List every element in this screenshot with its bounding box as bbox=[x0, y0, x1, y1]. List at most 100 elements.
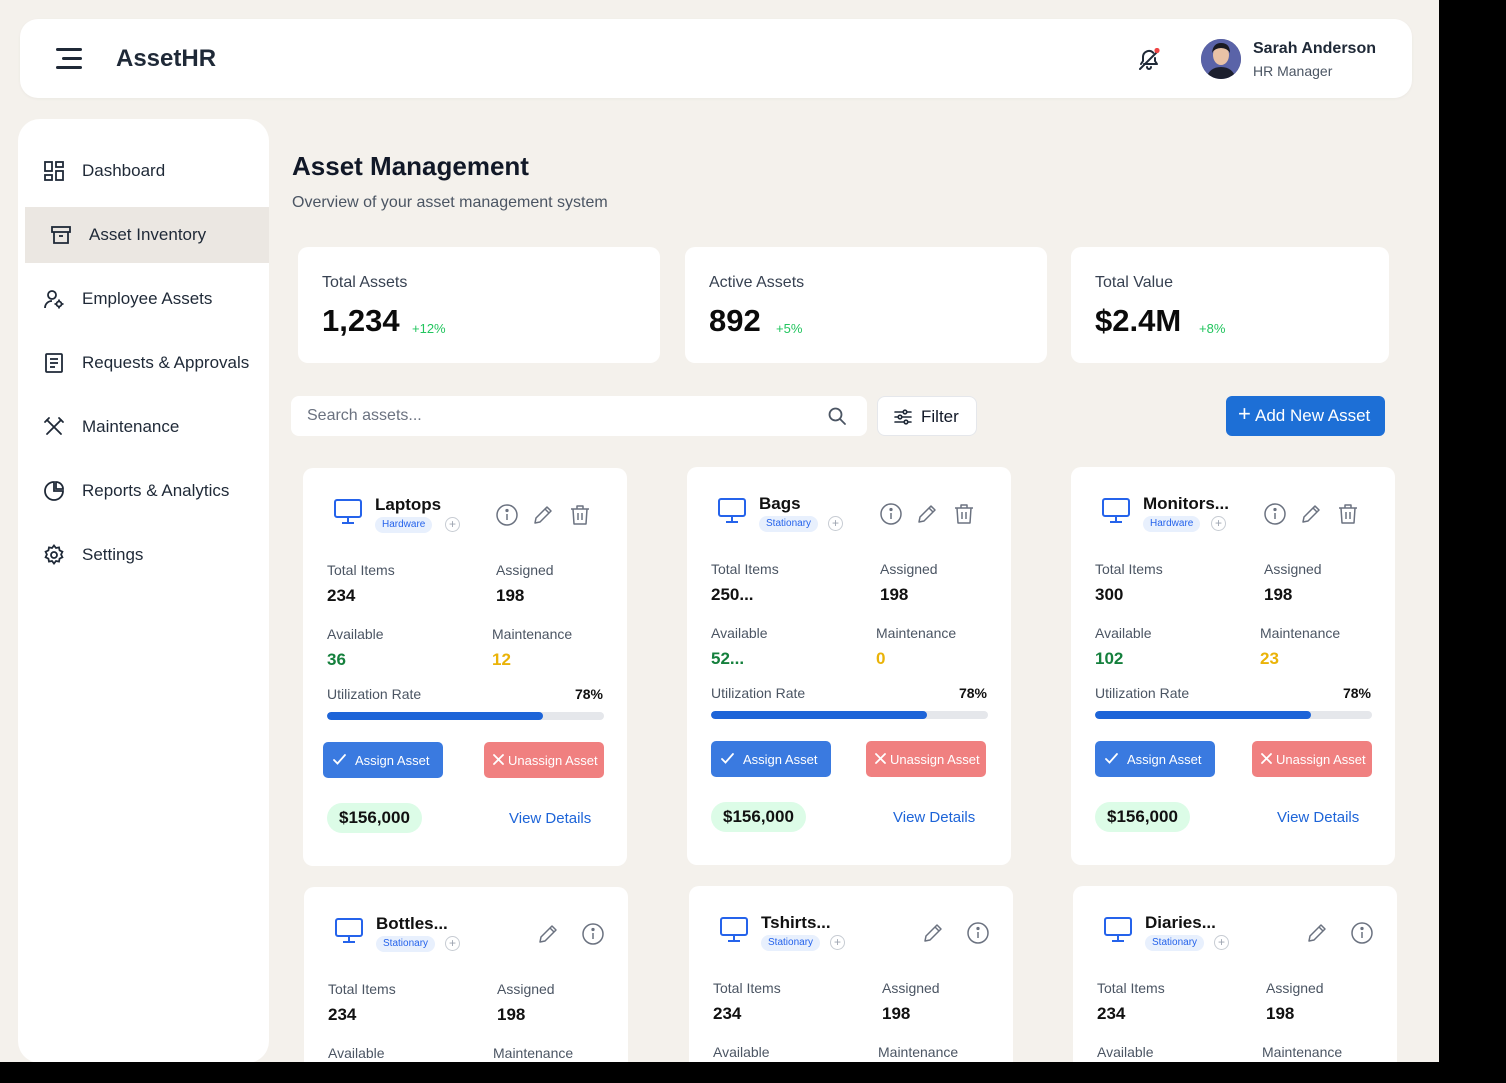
total-items-value: 234 bbox=[713, 1004, 742, 1023]
total-items-value: 234 bbox=[1097, 1004, 1126, 1023]
stat-delta: +8% bbox=[1199, 321, 1226, 336]
utilization-bar-fill bbox=[1095, 711, 1312, 719]
add-tag-icon[interactable]: + bbox=[1214, 935, 1229, 950]
close-icon bbox=[1261, 753, 1272, 764]
assign-asset-button[interactable]: Assign Asset bbox=[1095, 741, 1215, 777]
pie-chart-icon bbox=[44, 481, 64, 501]
view-details-link[interactable]: View Details bbox=[1277, 809, 1359, 826]
category-badge: Stationary bbox=[1145, 935, 1205, 951]
asset-card-diaries: Diaries... Stationary + Total Items 234 … bbox=[1073, 886, 1397, 1062]
utilization-percent: 78% bbox=[1342, 685, 1371, 701]
total-items-value: 234 bbox=[327, 586, 356, 605]
total-items-value: 234 bbox=[328, 1005, 357, 1024]
add-tag-icon[interactable]: + bbox=[830, 935, 845, 950]
assigned-label: Assigned bbox=[880, 561, 938, 577]
notification-bell-icon[interactable] bbox=[1137, 48, 1161, 72]
stat-card-total-assets: Total Assets 1,234 +12% bbox=[298, 247, 660, 363]
assigned-label: Assigned bbox=[882, 980, 940, 996]
sidebar-item-dashboard[interactable]: Dashboard bbox=[25, 143, 269, 199]
add-tag-icon[interactable]: + bbox=[445, 517, 460, 532]
stat-value: 892 bbox=[709, 303, 761, 338]
user-gear-icon bbox=[44, 290, 64, 309]
category-badge: Hardware bbox=[1143, 516, 1201, 532]
app-window: AssetHR Sarah Anderson HR Manager Dashbo… bbox=[0, 0, 1439, 1062]
assign-asset-button[interactable]: Assign Asset bbox=[711, 741, 831, 777]
sidebar-item-settings[interactable]: Settings bbox=[25, 527, 269, 583]
info-icon[interactable] bbox=[966, 921, 990, 945]
user-name[interactable]: Sarah Anderson bbox=[1253, 40, 1376, 58]
sidebar-item-maintenance[interactable]: Maintenance bbox=[25, 399, 269, 455]
close-icon bbox=[493, 754, 504, 765]
add-tag-icon[interactable]: + bbox=[828, 516, 843, 531]
search-input[interactable] bbox=[291, 396, 811, 436]
add-new-asset-button[interactable]: + Add New Asset bbox=[1226, 396, 1385, 436]
sidebar-item-reports-analytics[interactable]: Reports & Analytics bbox=[25, 463, 269, 519]
sidebar-item-employee-assets[interactable]: Employee Assets bbox=[25, 271, 269, 327]
asset-name: Laptops bbox=[375, 495, 442, 514]
assign-label: Assign Asset bbox=[743, 752, 818, 767]
edit-icon[interactable] bbox=[536, 922, 560, 946]
edit-icon[interactable] bbox=[1305, 921, 1329, 945]
add-tag-icon[interactable]: + bbox=[1211, 516, 1226, 531]
info-icon[interactable] bbox=[1350, 921, 1374, 945]
asset-name: Tshirts... bbox=[761, 913, 831, 932]
info-icon[interactable] bbox=[581, 922, 605, 946]
unassign-asset-button[interactable]: Unassign Asset bbox=[484, 742, 604, 778]
add-button-label: Add New Asset bbox=[1255, 406, 1371, 425]
dashboard-icon bbox=[44, 161, 64, 181]
sliders-icon bbox=[894, 409, 912, 425]
filter-label: Filter bbox=[921, 407, 959, 426]
stat-label: Active Assets bbox=[709, 274, 805, 291]
assigned-value: 198 bbox=[496, 586, 525, 605]
asset-name: Diaries... bbox=[1145, 913, 1216, 932]
asset-name: Monitors... bbox=[1143, 494, 1229, 513]
maintenance-value: 12 bbox=[492, 650, 511, 669]
total-items-label: Total Items bbox=[1095, 561, 1163, 577]
edit-icon[interactable] bbox=[1299, 502, 1323, 526]
monitor-icon bbox=[334, 499, 362, 524]
edit-icon[interactable] bbox=[921, 921, 945, 945]
assigned-value: 198 bbox=[882, 1004, 911, 1023]
assigned-label: Assigned bbox=[1264, 561, 1322, 577]
total-items-label: Total Items bbox=[327, 562, 395, 578]
view-details-link[interactable]: View Details bbox=[893, 809, 975, 826]
total-items-label: Total Items bbox=[713, 980, 781, 996]
sidebar-item-requests-approvals[interactable]: Requests & Approvals bbox=[25, 335, 269, 391]
unassign-asset-button[interactable]: Unassign Asset bbox=[1252, 741, 1372, 777]
edit-icon[interactable] bbox=[915, 502, 939, 526]
total-items-value: 300 bbox=[1095, 585, 1124, 604]
delete-icon[interactable] bbox=[1336, 502, 1360, 526]
avatar[interactable] bbox=[1201, 39, 1241, 79]
assign-asset-button[interactable]: Assign Asset bbox=[323, 742, 443, 778]
utilization-bar-fill bbox=[711, 711, 928, 719]
available-label: Available bbox=[711, 625, 768, 641]
tools-icon bbox=[44, 417, 64, 435]
info-icon[interactable] bbox=[495, 503, 519, 527]
stat-value: $2.4M bbox=[1095, 303, 1182, 338]
archive-box-icon bbox=[51, 226, 71, 244]
utilization-bar-fill bbox=[327, 712, 544, 720]
assigned-label: Assigned bbox=[496, 562, 554, 578]
delete-icon[interactable] bbox=[568, 503, 592, 527]
user-role: HR Manager bbox=[1253, 63, 1333, 79]
info-icon[interactable] bbox=[879, 502, 903, 526]
delete-icon[interactable] bbox=[952, 502, 976, 526]
available-label: Available bbox=[328, 1045, 385, 1061]
maintenance-label: Maintenance bbox=[1262, 1044, 1343, 1060]
sidebar: Dashboard Asset Inventory Employee Asset… bbox=[18, 119, 269, 1062]
monitor-icon bbox=[1104, 917, 1132, 942]
info-icon[interactable] bbox=[1263, 502, 1287, 526]
add-tag-icon[interactable]: + bbox=[445, 936, 460, 951]
unassign-asset-button[interactable]: Unassign Asset bbox=[866, 741, 986, 777]
document-icon bbox=[45, 353, 63, 373]
sidebar-item-label: Requests & Approvals bbox=[82, 353, 250, 372]
monitor-icon bbox=[718, 498, 746, 523]
filter-button[interactable]: Filter bbox=[877, 396, 977, 436]
utilization-label: Utilization Rate bbox=[711, 685, 806, 701]
sidebar-item-asset-inventory[interactable]: Asset Inventory bbox=[25, 207, 269, 263]
view-details-link[interactable]: View Details bbox=[509, 810, 591, 827]
menu-icon[interactable] bbox=[56, 47, 82, 69]
search-icon[interactable] bbox=[827, 406, 847, 426]
edit-icon[interactable] bbox=[531, 503, 555, 527]
total-items-label: Total Items bbox=[1097, 980, 1165, 996]
